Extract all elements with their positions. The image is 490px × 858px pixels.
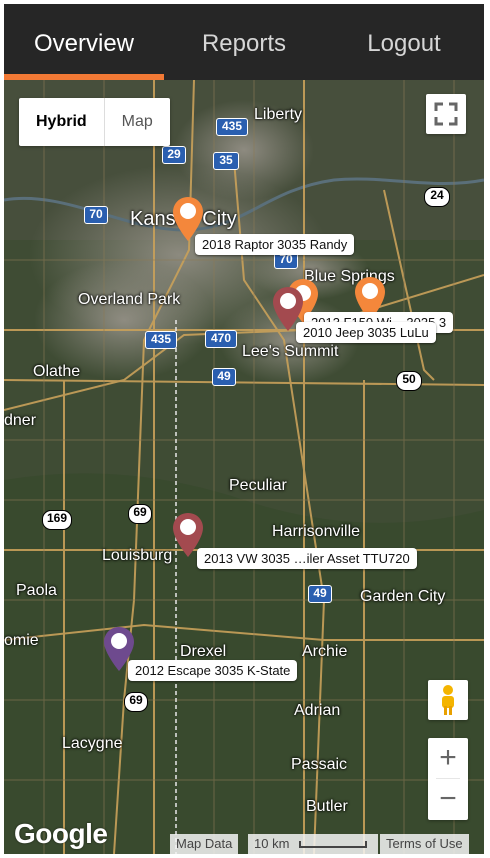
place-label: Garden City — [360, 588, 446, 605]
place-label: Butler — [306, 798, 348, 815]
marker-label[interactable]: 2010 Jeep 3035 LuLu — [296, 322, 436, 343]
highway-shield: 70 — [84, 206, 108, 224]
zoom-control: + − — [428, 738, 468, 820]
top-nav: Overview Reports Logout — [4, 4, 484, 80]
terms-link[interactable]: Terms of Use — [380, 834, 469, 854]
map-type-hybrid[interactable]: Hybrid — [19, 98, 105, 146]
place-label: Paola — [16, 582, 57, 599]
place-label: Liberty — [254, 106, 303, 123]
place-label: Peculiar — [229, 477, 287, 494]
highway-shield: 29 — [162, 146, 186, 164]
scale-ruler — [299, 841, 368, 849]
tab-reports[interactable]: Reports — [164, 4, 324, 80]
highway-shield: 49 — [212, 368, 236, 386]
marker-label[interactable]: 2013 VW 3035 …iler Asset TTU720 — [197, 548, 417, 569]
place-label: Lee's Summit — [242, 343, 339, 360]
highway-shield: 169 — [42, 510, 72, 530]
place-label: Archie — [302, 643, 348, 660]
zoom-out-button[interactable]: − — [428, 779, 468, 819]
highway-shield: 470 — [205, 330, 237, 348]
tab-overview[interactable]: Overview — [4, 4, 164, 80]
map-type-control: Hybrid Map — [19, 98, 170, 146]
place-label: Lacygne — [62, 735, 123, 752]
map-data-link[interactable]: Map Data — [170, 834, 239, 854]
scale-label: 10 km — [254, 836, 290, 851]
place-label: Harrisonville — [272, 523, 361, 540]
fullscreen-button[interactable] — [426, 94, 466, 134]
place-label: Drexel — [180, 643, 227, 660]
street-view-button[interactable] — [428, 680, 468, 720]
zoom-in-button[interactable]: + — [428, 738, 468, 778]
place-label: Olathe — [33, 363, 81, 380]
tab-logout[interactable]: Logout — [324, 4, 484, 80]
marker-label[interactable]: 2012 Escape 3035 K-State — [128, 660, 298, 681]
map-type-map[interactable]: Map — [105, 98, 170, 146]
fullscreen-icon — [434, 102, 458, 126]
pegman-icon — [442, 685, 454, 715]
highway-shield: 50 — [396, 371, 422, 391]
place-label: Louisburg — [102, 547, 173, 564]
highway-shield: 435 — [145, 331, 177, 349]
place-label: Passaic — [291, 756, 348, 773]
highway-shield: 24 — [424, 187, 450, 207]
highway-shield: 69 — [128, 504, 152, 524]
map-view[interactable]: Liberty Kansas City Blue Springs Overlan… — [4, 80, 484, 854]
highway-shield: 435 — [216, 118, 248, 136]
place-label: Adrian — [294, 702, 341, 719]
place-label: Overland Park — [78, 291, 181, 308]
google-logo: Google — [14, 818, 108, 849]
highway-shield: 69 — [124, 692, 148, 712]
highway-shield: 35 — [213, 152, 239, 170]
marker-label[interactable]: 2018 Raptor 3035 Randy — [195, 234, 355, 255]
highway-shield: 49 — [308, 585, 332, 603]
place-label: dner — [4, 412, 37, 429]
scale-bar: 10 km — [248, 834, 378, 854]
place-label: omie — [4, 632, 39, 649]
